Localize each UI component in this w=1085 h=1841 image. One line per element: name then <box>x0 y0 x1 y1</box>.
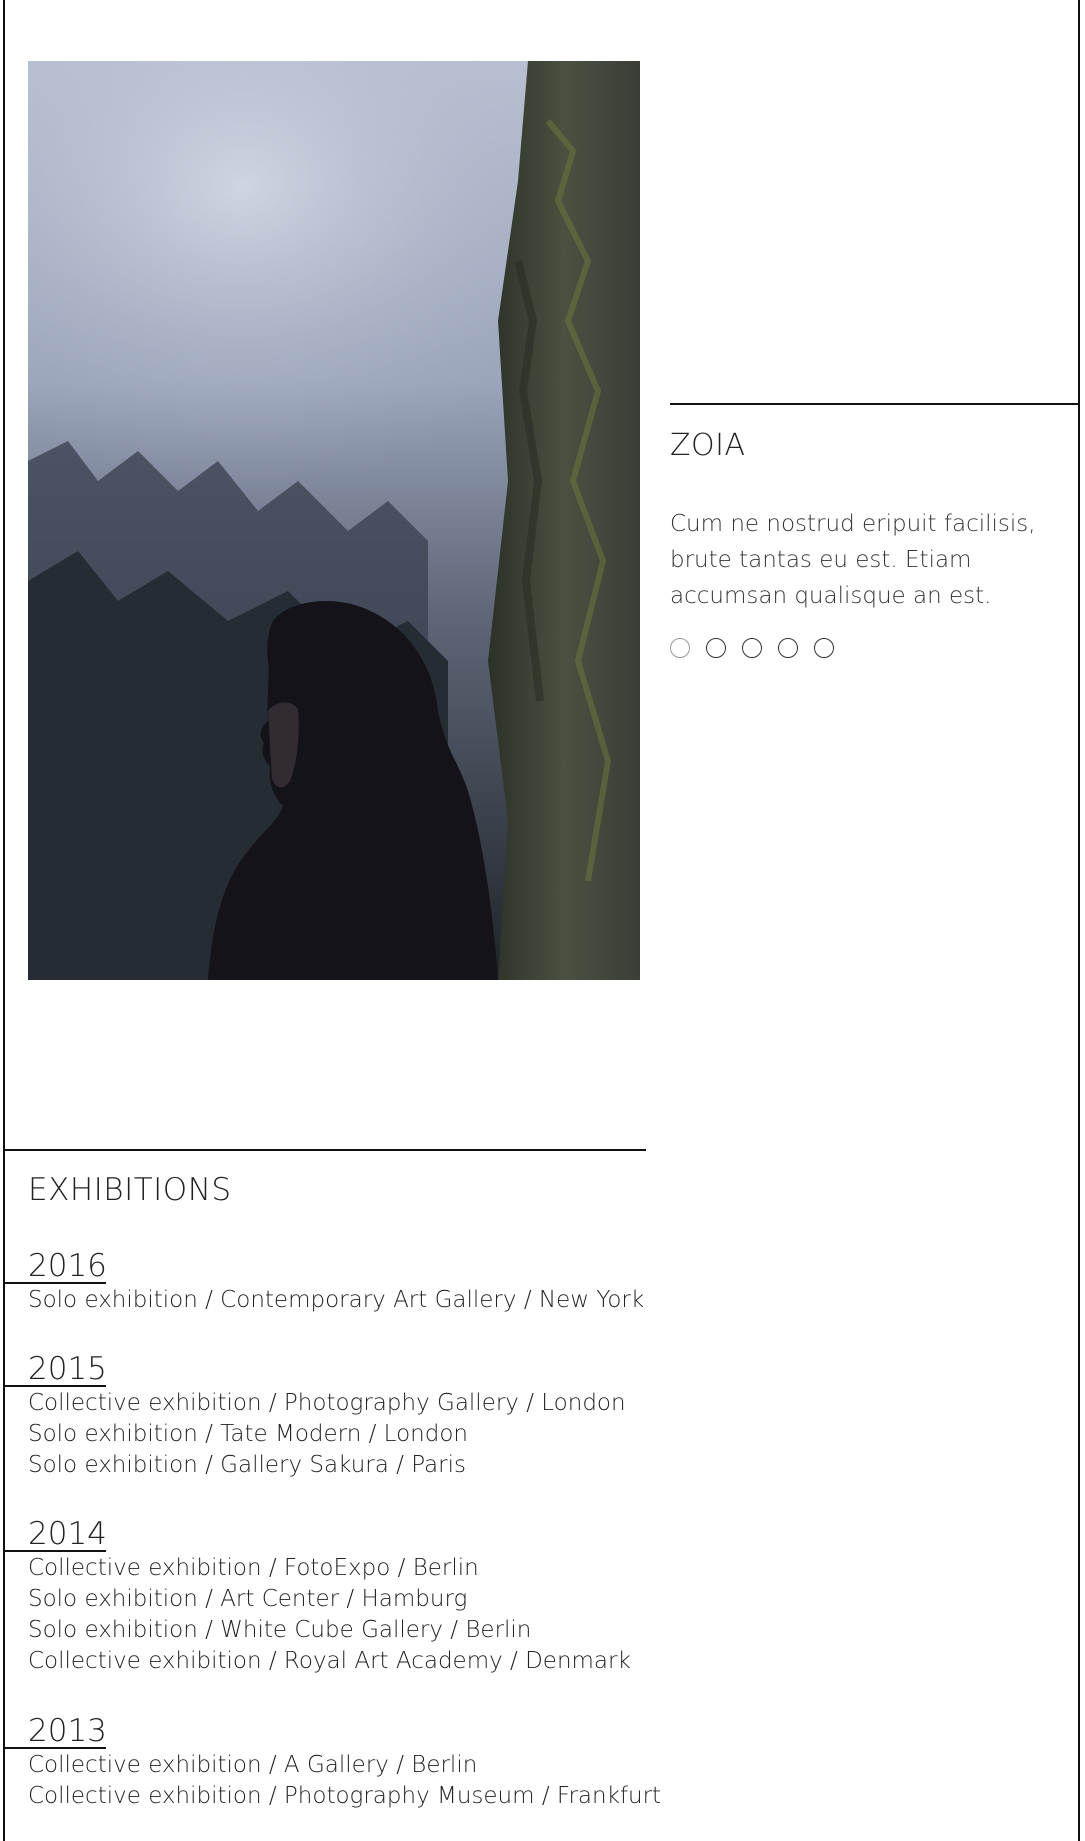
right-frame-line <box>1078 0 1080 1841</box>
year-group-2015: 2015 Collective exhibition / Photography… <box>0 1350 1000 1481</box>
exhibition-list: Collective exhibition / A Gallery / Berl… <box>28 1750 1000 1812</box>
year-group-2014: 2014 Collective exhibition / FotoExpo / … <box>0 1515 1000 1677</box>
exhibition-list: Solo exhibition / Contemporary Art Galle… <box>28 1285 1000 1316</box>
carousel-dot-1[interactable] <box>670 638 690 658</box>
exhibition-list: Collective exhibition / FotoExpo / Berli… <box>28 1553 1000 1677</box>
carousel-dot-5[interactable] <box>814 638 834 658</box>
exhibition-list: Collective exhibition / Photography Gall… <box>28 1388 1000 1481</box>
exhibition-entry: Solo exhibition / Contemporary Art Galle… <box>28 1287 645 1313</box>
year-underline <box>3 1550 106 1552</box>
exhibition-entry: Solo exhibition / Art Center / Hamburg <box>28 1586 468 1612</box>
year-group-2013: 2013 Collective exhibition / A Gallery /… <box>0 1712 1000 1812</box>
exhibition-entry: Collective exhibition / A Gallery / Berl… <box>28 1752 478 1778</box>
artist-portrait-image <box>28 61 640 980</box>
exhibition-entry: Collective exhibition / Photography Muse… <box>28 1783 662 1809</box>
carousel-dot-4[interactable] <box>778 638 798 658</box>
year-heading: 2014 <box>28 1516 107 1552</box>
exhibition-entry: Collective exhibition / Royal Art Academ… <box>28 1648 631 1674</box>
artist-name: ZOIA <box>670 428 746 463</box>
exhibition-entry: Solo exhibition / Tate Modern / London <box>28 1421 468 1447</box>
year-underline <box>3 1747 106 1749</box>
exhibition-entry: Solo exhibition / Gallery Sakura / Paris <box>28 1452 466 1478</box>
carousel-dots <box>670 638 834 658</box>
exhibitions-divider <box>3 1149 646 1151</box>
exhibition-entry: Collective exhibition / Photography Gall… <box>28 1390 626 1416</box>
year-heading: 2013 <box>28 1713 107 1749</box>
profile-divider <box>670 403 1080 405</box>
year-group-2016: 2016 Solo exhibition / Contemporary Art … <box>0 1247 1000 1316</box>
portrait-photo-graphic <box>28 61 640 980</box>
year-heading: 2015 <box>28 1351 107 1387</box>
carousel-dot-2[interactable] <box>706 638 726 658</box>
year-heading: 2016 <box>28 1248 107 1284</box>
year-underline <box>3 1385 106 1387</box>
exhibition-entry: Collective exhibition / FotoExpo / Berli… <box>28 1555 479 1581</box>
year-underline <box>3 1282 106 1284</box>
artist-bio: Cum ne nostrud eripuit facilisis, brute … <box>670 511 1036 609</box>
carousel-dot-3[interactable] <box>742 638 762 658</box>
exhibition-entry: Solo exhibition / White Cube Gallery / B… <box>28 1617 532 1643</box>
exhibitions-title: EXHIBITIONS <box>28 1172 232 1208</box>
